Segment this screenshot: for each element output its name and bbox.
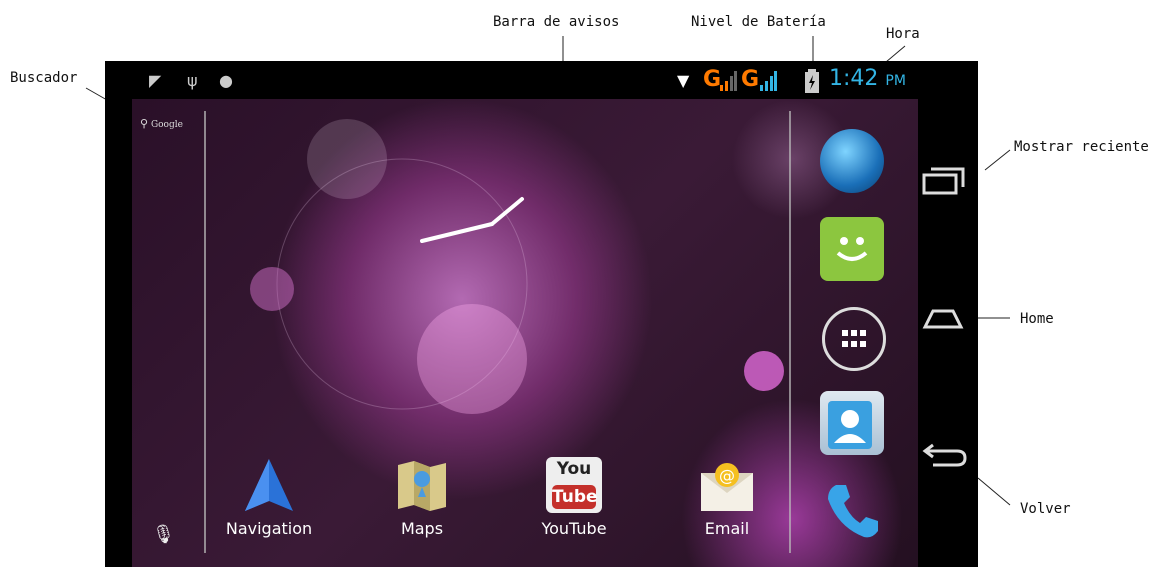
back-button[interactable] [921, 433, 971, 473]
app-navigation[interactable]: Navigation [214, 457, 324, 538]
home-button[interactable] [921, 299, 971, 339]
usb-icon[interactable]: ψ [187, 71, 198, 90]
dock-browser[interactable] [820, 129, 884, 193]
recent-apps-button[interactable] [921, 161, 971, 201]
app-label-maps: Maps [400, 519, 444, 538]
clock[interactable]: 1:42 PM [829, 66, 906, 91]
signal-icon-2 [760, 71, 777, 91]
contacts-icon [828, 401, 872, 449]
notification-icon[interactable]: ◤ [149, 71, 161, 90]
app-email[interactable]: @ Email [672, 457, 782, 538]
clock-ampm: PM [885, 73, 906, 89]
app-label-email: Email [704, 519, 750, 538]
smiley-message-icon [836, 237, 868, 261]
signal-icon-1 [720, 71, 737, 91]
leader-hora [885, 45, 906, 63]
navigation-icon [245, 459, 293, 511]
phone-icon [828, 485, 878, 538]
all-apps-grid-icon [842, 330, 866, 347]
analog-clock-widget[interactable] [392, 189, 532, 269]
dock-phone[interactable] [820, 479, 884, 543]
youtube-logo-top: You [556, 459, 592, 479]
dock-all-apps[interactable] [822, 307, 886, 371]
home-screen[interactable]: ⚲ Google 🎙 Navigation Maps You Tube YouT… [132, 99, 918, 567]
maps-icon [398, 461, 446, 511]
svg-text:@: @ [719, 466, 735, 485]
app-maps[interactable]: Maps [367, 457, 477, 538]
youtube-logo-bottom: Tube [552, 485, 598, 509]
dock-contacts[interactable] [820, 391, 884, 455]
battery-icon [805, 69, 819, 93]
app-label-youtube: YouTube [541, 519, 607, 538]
email-icon: @ [701, 463, 753, 511]
tablet-device: ◤ ψ ● ▼ G G 1:42 PM ⚲ Google 🎙 Navigatio… [105, 61, 978, 567]
android-debug-icon[interactable]: ● [219, 71, 233, 90]
wifi-icon: ▼ [677, 71, 690, 90]
leader-volver [977, 477, 1011, 506]
network-g2: G [741, 67, 760, 92]
dock-messaging[interactable] [820, 217, 884, 281]
leader-reciente [984, 149, 1011, 171]
app-label-navigation: Navigation [225, 519, 313, 538]
clock-time: 1:42 [829, 66, 879, 91]
app-youtube[interactable]: You Tube YouTube [519, 457, 629, 538]
status-bar[interactable]: ◤ ψ ● ▼ G G 1:42 PM [105, 61, 978, 99]
youtube-icon: You Tube [546, 457, 602, 513]
